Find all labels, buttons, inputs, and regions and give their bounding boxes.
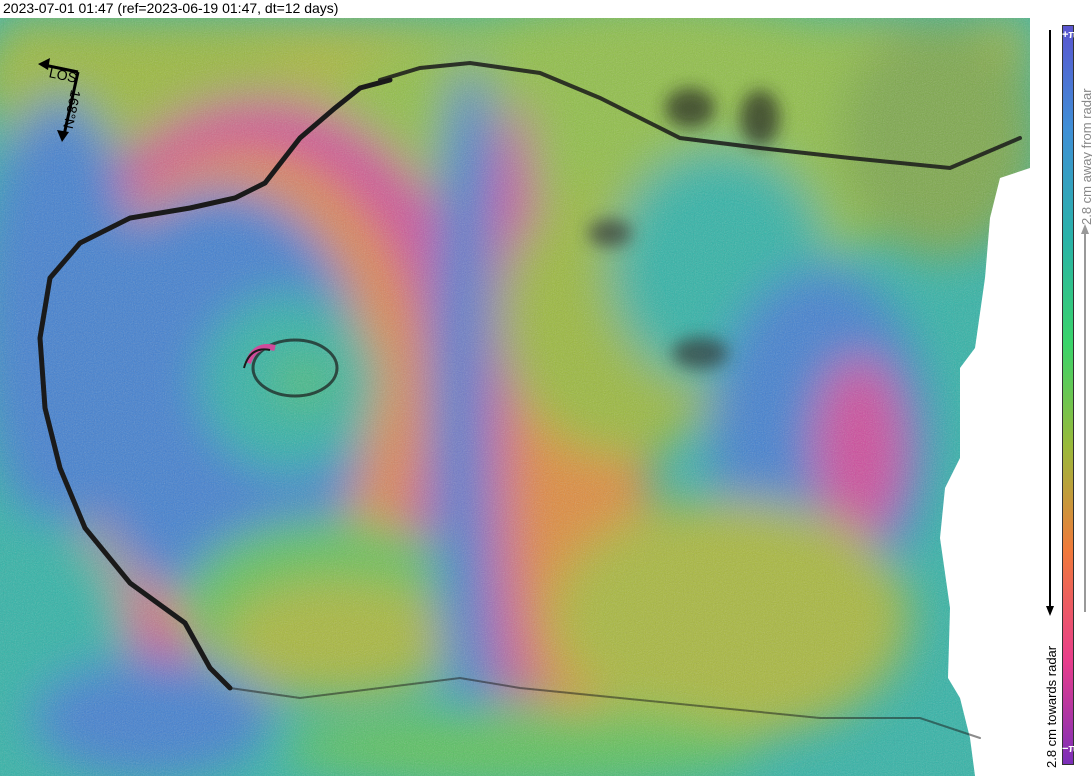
phase-map-svg [0, 18, 1030, 776]
towards-arrowhead [1046, 606, 1054, 616]
image-title: 2023-07-01 01:47 (ref=2023-06-19 01:47, … [3, 0, 339, 16]
towards-radar-label: 2.8 cm towards radar [1044, 645, 1059, 768]
away-from-radar-label: 2.8 cm away from radar [1079, 88, 1092, 225]
away-arrow-line [1084, 232, 1086, 612]
terrain-texture [0, 18, 1030, 776]
away-arrowhead [1081, 224, 1089, 234]
colorbar-top-tick: +π [1062, 29, 1077, 41]
interferogram-map: LOS 168°N [0, 18, 1030, 776]
towards-arrow-line [1049, 30, 1051, 610]
colorbar-bottom-tick: −π [1062, 743, 1077, 755]
phase-colorbar [1062, 25, 1074, 765]
